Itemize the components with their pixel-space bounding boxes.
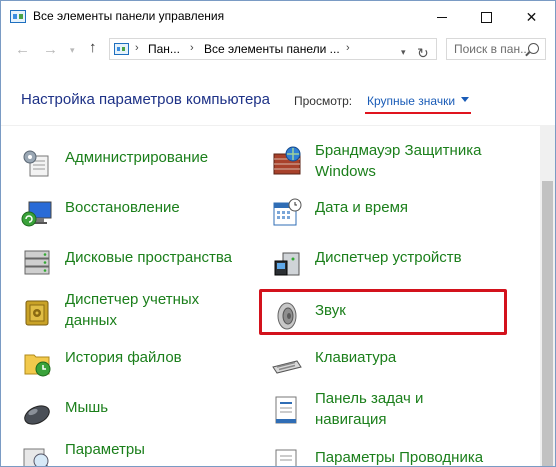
control-panel-window: Все элементы панели управления ✕ ← → ▾ ↑… [0, 0, 556, 467]
recovery-icon [21, 201, 52, 227]
indexing-options-icon [23, 448, 49, 466]
up-button[interactable]: ↑ [89, 39, 97, 56]
item-label: Параметры [65, 441, 145, 458]
vertical-scrollbar[interactable] [540, 126, 555, 466]
folder-options-icon [275, 449, 297, 466]
breadcrumb-separator[interactable]: › [135, 42, 139, 54]
sound-highlight-box [259, 289, 507, 335]
back-button[interactable]: ← [15, 41, 30, 58]
control-panel-icon [10, 10, 26, 23]
view-label: Просмотр: [294, 94, 353, 108]
minimize-icon [436, 16, 447, 18]
item-label: Мышь [65, 399, 109, 416]
chevron-down-icon[interactable] [461, 97, 469, 102]
breadcrumb-control-panel[interactable]: Пан... [148, 42, 180, 56]
maximize-button[interactable] [464, 1, 509, 33]
refresh-button[interactable]: ↻ [417, 45, 429, 62]
control-panel-icon [114, 43, 129, 55]
item-label: Восстановление [65, 199, 180, 216]
item-label: Диспетчер учетных данных [65, 291, 200, 329]
credential-vault-icon [25, 300, 49, 326]
view-by-dropdown[interactable]: Крупные значки [367, 94, 455, 108]
page-header: Настройка параметров компьютера Просмотр… [1, 67, 555, 125]
breadcrumb-separator[interactable]: › [346, 42, 350, 54]
mouse-icon [24, 405, 50, 425]
admin-tools-icon [23, 150, 49, 177]
item-label: Параметры Проводника [315, 449, 484, 466]
breadcrumb-all-items[interactable]: Все элементы панели ... [204, 42, 340, 56]
close-button[interactable]: ✕ [509, 1, 554, 33]
title-bar: Все элементы панели управления ✕ [1, 1, 555, 33]
item-label: Панель задач и навигация [315, 390, 424, 428]
item-label: Диспетчер устройств [315, 249, 462, 266]
forward-button[interactable]: → [43, 41, 58, 58]
search-input[interactable]: Поиск в пан... [446, 38, 546, 60]
taskbar-icon [275, 396, 297, 424]
keyboard-icon [272, 360, 302, 374]
view-highlight-underline [365, 112, 471, 114]
recent-locations-button[interactable]: ▾ [70, 45, 75, 56]
firewall-icon [273, 146, 301, 175]
device-manager-icon [274, 252, 300, 276]
item-label: Дисковые пространства [65, 249, 233, 266]
window-title: Все элементы панели управления [33, 9, 225, 23]
item-label: Клавиатура [315, 349, 397, 366]
calendar-icon [273, 198, 302, 226]
search-placeholder: Поиск в пан... [454, 42, 531, 56]
item-label: Администрирование [65, 149, 209, 166]
maximize-icon [481, 11, 492, 23]
items-grid: Администрирование Восстановление Дисковы… [1, 126, 540, 466]
item-label: История файлов [65, 349, 182, 366]
page-title: Настройка параметров компьютера [21, 91, 270, 108]
close-icon: ✕ [525, 8, 538, 25]
item-label: Дата и время [315, 199, 409, 216]
search-icon [528, 43, 539, 54]
item-label: Брандмауэр Защитника Windows [315, 142, 482, 180]
navigation-bar: ← → ▾ ↑ › Пан... › Все элементы панели .… [1, 33, 555, 67]
breadcrumb-separator[interactable]: › [190, 42, 194, 54]
minimize-button[interactable] [419, 1, 464, 33]
storage-spaces-icon [24, 250, 50, 275]
address-bar[interactable]: › Пан... › Все элементы панели ... › ▾ ↻ [109, 38, 437, 62]
address-history-button[interactable]: ▾ [401, 47, 406, 58]
scrollbar-thumb[interactable] [542, 181, 553, 466]
file-history-icon [24, 354, 51, 377]
